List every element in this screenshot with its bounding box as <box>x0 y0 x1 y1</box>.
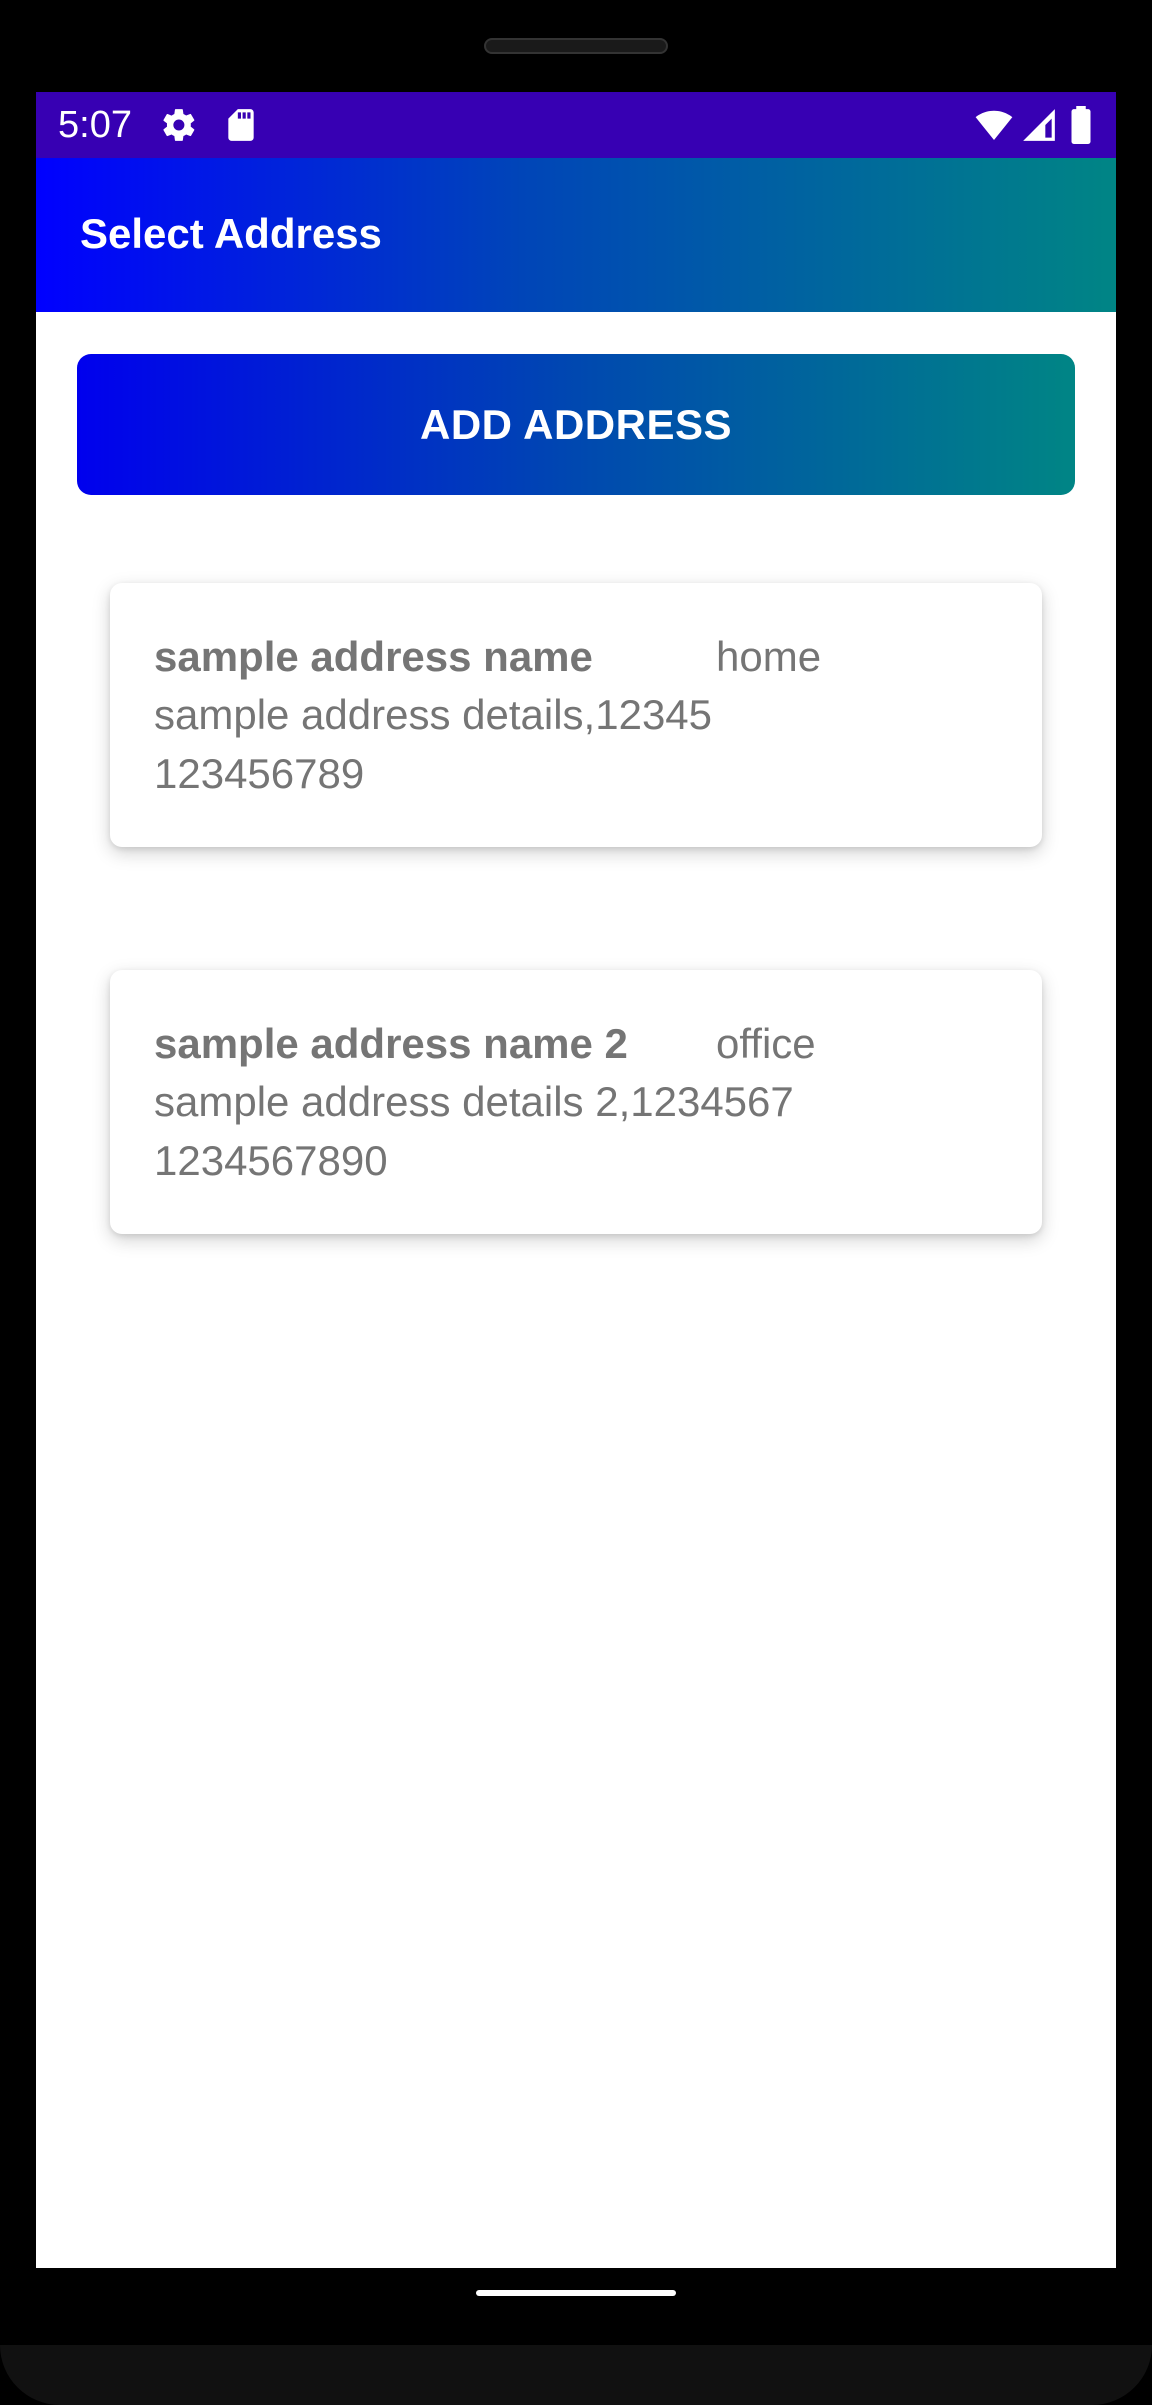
address-name: sample address name 2 <box>154 1020 628 1067</box>
address-details: sample address details 2,1234567 <box>154 1078 794 1125</box>
phone-frame: 5:07 Select Address ADD ADDRESS sample a… <box>0 0 1152 2405</box>
sd-card-icon <box>228 109 254 141</box>
add-address-label: ADD ADDRESS <box>420 400 732 448</box>
earpiece <box>484 38 668 54</box>
address-type: home <box>716 633 822 680</box>
status-bar: 5:07 <box>36 92 1116 158</box>
wifi-icon <box>975 110 1013 141</box>
gear-icon <box>163 109 195 141</box>
app-bar: Select Address <box>36 158 1116 312</box>
address-details: sample address details,12345 <box>154 691 713 738</box>
add-address-button[interactable]: ADD ADDRESS <box>77 354 1075 495</box>
address-phone: 1234567890 <box>154 1137 388 1184</box>
screen: 5:07 Select Address ADD ADDRESS sample a… <box>36 92 1116 2268</box>
signal-icon <box>1023 109 1055 141</box>
battery-icon <box>1071 106 1091 144</box>
address-name: sample address name <box>154 633 593 680</box>
page-title: Select Address <box>80 210 382 257</box>
address-phone: 123456789 <box>154 750 365 797</box>
address-card[interactable]: sample address name home sample address … <box>110 583 1042 847</box>
status-time: 5:07 <box>58 104 132 146</box>
phone-chin <box>0 2345 1152 2405</box>
address-type: office <box>716 1020 816 1067</box>
address-card[interactable]: sample address name 2 office sample addr… <box>110 970 1042 1234</box>
home-gesture-handle[interactable] <box>476 2290 676 2296</box>
